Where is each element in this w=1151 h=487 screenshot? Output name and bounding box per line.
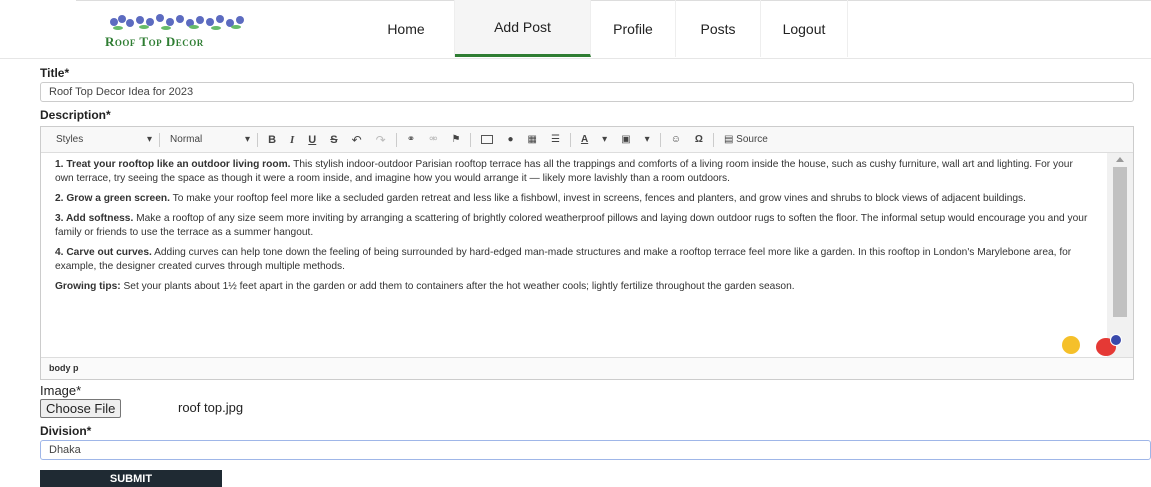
circle-icon[interactable]: ● [500, 134, 520, 145]
title-label: Title* [40, 66, 70, 80]
toolbar-separator [712, 132, 714, 147]
flower-logo-icon [110, 14, 244, 30]
logo-text: Roof Top Decor [105, 34, 204, 49]
editor-paragraph: Growing tips: Set your plants about 1½ f… [55, 280, 1093, 294]
notification-dot-icon [1110, 334, 1122, 346]
text-color-icon[interactable]: A [574, 134, 595, 145]
paragraph-heading: 3. Add softness. [55, 213, 134, 224]
image-icon[interactable] [481, 135, 494, 144]
anchor-flag-icon[interactable]: ⚑ [445, 134, 468, 145]
nav-posts[interactable]: Posts [676, 0, 761, 57]
undo-icon[interactable]: ↶ [345, 133, 369, 147]
link-icon[interactable]: ⚭ [400, 134, 422, 145]
format-chevron-icon[interactable]: ▾ [241, 134, 254, 145]
toolbar-separator [395, 132, 397, 147]
paragraph-heading: 1. Treat your rooftop like an outdoor li… [55, 159, 291, 170]
editor-status-path: body p [41, 357, 1133, 379]
bg-color-chevron-icon[interactable]: ▾ [638, 134, 657, 145]
paragraph-text: Set your plants about 1½ feet apart in t… [120, 281, 795, 292]
italic-button[interactable]: I [283, 134, 301, 146]
bg-color-icon[interactable]: ▣ [614, 134, 637, 145]
table-icon[interactable]: ▦ [521, 134, 544, 145]
source-button[interactable]: ▤ Source [717, 134, 775, 145]
rich-text-editor: Styles ▾ Normal ▾ B I U S ↶ ↷ ⚭ ⚮ ⚑ ● ▦ … [40, 126, 1134, 380]
omega-icon[interactable]: Ω [688, 134, 710, 145]
bold-button[interactable]: B [261, 134, 283, 146]
division-input[interactable]: Dhaka [40, 440, 1151, 460]
toolbar-separator [257, 132, 259, 147]
unlink-icon[interactable]: ⚮ [422, 134, 444, 145]
toolbar-separator [659, 132, 661, 147]
title-input[interactable]: Roof Top Decor Idea for 2023 [40, 82, 1134, 102]
format-dropdown[interactable]: Normal [163, 134, 241, 145]
paragraph-heading: Growing tips: [55, 281, 121, 292]
toolbar-separator [569, 132, 571, 147]
paragraph-text: To make your rooftop feel more like a se… [169, 193, 1026, 204]
nav-home[interactable]: Home [358, 0, 455, 57]
editor-paragraph: 3. Add softness. Make a rooftop of any s… [55, 212, 1093, 240]
smiley-icon[interactable]: ☺ [664, 134, 688, 145]
editor-paragraph: 2. Grow a green screen. To make your roo… [55, 192, 1093, 206]
source-label: Source [736, 134, 768, 145]
scrollbar-thumb[interactable] [1113, 167, 1127, 317]
strikethrough-button[interactable]: S [323, 134, 344, 146]
editor-paragraph: 1. Treat your rooftop like an outdoor li… [55, 158, 1093, 186]
nav-profile[interactable]: Profile [591, 0, 676, 57]
image-label: Image* [40, 383, 82, 398]
text-color-chevron-icon[interactable]: ▾ [595, 134, 614, 145]
toolbar-separator [470, 132, 472, 147]
underline-button[interactable]: U [301, 134, 323, 146]
source-icon: ▤ [723, 134, 734, 145]
main-menu: Home Add Post Profile Posts Logout [358, 0, 848, 57]
toolbar-separator [159, 132, 161, 147]
nav-add-post[interactable]: Add Post [455, 0, 591, 57]
description-label: Description* [40, 108, 111, 122]
styles-chevron-icon[interactable]: ▾ [143, 134, 156, 145]
nav-logout[interactable]: Logout [761, 0, 848, 57]
site-logo[interactable]: Roof Top Decor [96, 10, 256, 50]
editor-content[interactable]: 1. Treat your rooftop like an outdoor li… [41, 153, 1107, 358]
submit-button[interactable]: SUBMIT [40, 470, 222, 487]
scroll-up-arrow-icon[interactable] [1116, 157, 1124, 162]
selected-file-name: roof top.jpg [178, 400, 244, 415]
choose-file-button[interactable]: Choose File [40, 399, 122, 418]
top-navbar: Roof Top Decor Home Add Post Profile Pos… [0, 0, 1151, 59]
editor-paragraph: 4. Carve out curves. Adding curves can h… [55, 246, 1093, 274]
emoji-face-icon[interactable] [1062, 336, 1080, 354]
paragraph-text: Make a rooftop of any size seem more inv… [55, 213, 1088, 238]
editor-toolbar: Styles ▾ Normal ▾ B I U S ↶ ↷ ⚭ ⚮ ⚑ ● ▦ … [41, 127, 1133, 153]
paragraph-heading: 2. Grow a green screen. [55, 193, 170, 204]
editor-scrollbar[interactable] [1107, 153, 1133, 358]
paragraph-heading: 4. Carve out curves. [55, 247, 152, 258]
paragraph-text: Adding curves can help tone down the fee… [55, 247, 1072, 272]
redo-icon[interactable]: ↷ [369, 133, 393, 147]
horizontal-line-icon[interactable]: ☰ [544, 134, 567, 145]
styles-dropdown[interactable]: Styles [49, 134, 143, 145]
division-label: Division* [40, 424, 92, 438]
